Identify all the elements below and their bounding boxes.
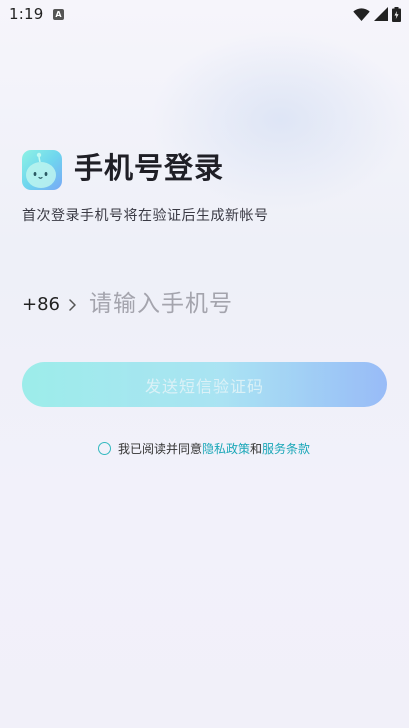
chevron-right-icon <box>69 299 76 311</box>
phone-number-input[interactable] <box>89 291 359 317</box>
app-logo <box>22 150 62 190</box>
battery-icon <box>392 6 401 22</box>
mascot-icon <box>26 152 56 188</box>
status-time: 1:19 <box>9 5 44 23</box>
phone-input-row: +86 <box>22 284 387 324</box>
agreement-checkbox[interactable] <box>98 441 111 455</box>
signal-icon <box>374 7 388 21</box>
country-code-selector[interactable]: +86 <box>22 294 76 315</box>
status-icons <box>353 6 401 22</box>
wifi-icon <box>353 7 370 21</box>
privacy-policy-link[interactable]: 隐私政策 <box>202 440 250 457</box>
terms-of-service-link[interactable]: 服务条款 <box>262 440 310 457</box>
status-bar: 1:19 A <box>0 0 409 28</box>
agreement-conjunction-text: 和 <box>250 441 263 456</box>
notification-a-icon: A <box>53 9 64 20</box>
send-sms-code-button[interactable]: 发送短信验证码 <box>22 362 387 407</box>
page-subtitle: 首次登录手机号将在验证后生成新帐号 <box>22 208 269 224</box>
country-code-label: +86 <box>22 293 60 315</box>
agreement-prefix-text: 我已阅读并同意 <box>118 441 203 456</box>
page-title: 手机号登录 <box>74 151 225 185</box>
agreement-row: 我已阅读并同意 隐私政策 和 服务条款 <box>98 439 310 457</box>
